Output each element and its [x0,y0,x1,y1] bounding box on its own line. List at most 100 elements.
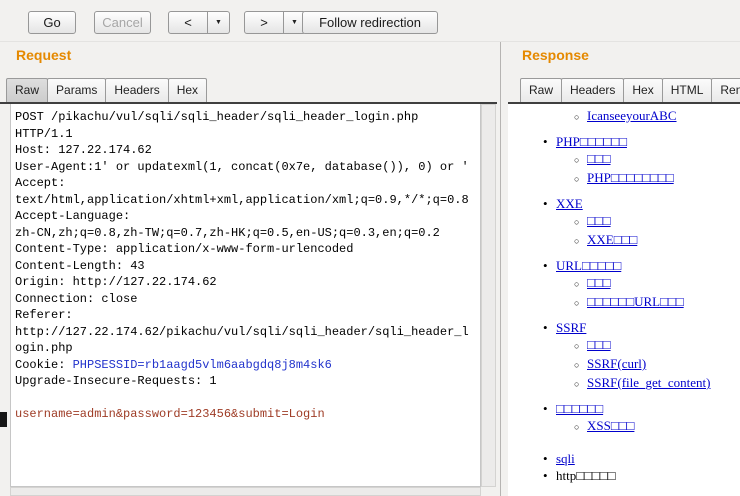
request-line: username=admin&password=123456&submit=Lo… [15,406,476,423]
response-list-item: ○ □□□ [508,150,740,169]
response-link[interactable]: SSRF(curl) [587,356,646,371]
request-vertical-scrollbar[interactable] [481,104,496,487]
response-list-item: ○ IcanseeyourABC [508,107,740,126]
request-text-segment: Accept: [15,176,66,190]
response-link[interactable]: SSRF(file_get_content) [587,375,711,390]
request-line: Upgrade-Insecure-Requests: 1 [15,373,476,390]
response-list-item: • http□□□□□ [508,467,740,484]
chevron-down-icon: ▼ [291,19,298,26]
next-request-button[interactable]: > [244,11,284,34]
circle-bullet-icon: ○ [574,155,580,165]
request-line [15,390,476,407]
response-render-list: ○ IcanseeyourABC • PHP□□□□□□ ○ □□□ ○ PHP□□□□□□□… [508,107,740,496]
request-line: Content-Type: application/x-www-form-url… [15,241,476,258]
go-button[interactable]: Go [28,11,76,34]
request-text-segment: Content-Type: application/x-www-form-url… [15,242,354,256]
response-link[interactable]: XXE [556,196,583,211]
circle-bullet-icon: ○ [574,298,580,308]
response-link[interactable]: IcanseeyourABC [587,108,677,123]
response-pane: Response Raw Headers Hex HTML Render ○ Ic… [508,42,740,496]
request-horizontal-scrollbar[interactable] [10,487,481,496]
response-link[interactable]: SSRF [556,320,586,335]
request-text-segment: Content-Length: 43 [15,258,145,273]
response-list-item: ○ □□□□□□URL□□□ [508,293,740,312]
request-line: ogin.php [15,340,476,357]
circle-bullet-icon: ○ [574,174,580,184]
response-render-panel[interactable]: ○ IcanseeyourABC • PHP□□□□□□ ○ □□□ ○ PHP□□□□□□□… [508,104,740,496]
request-text-segment: Origin: http://127.22.174.62 [15,275,217,289]
request-text-segment: zh-CN,zh;q=0.8,zh-TW;q=0.7,zh-HK;q=0.5,e… [15,225,440,240]
response-list-item: ○ XXE□□□ [508,231,740,250]
request-line: Referer: [15,307,476,324]
request-line: Cookie: PHPSESSID=rb1aagd5vlm6aabgdq8j8m… [15,357,476,374]
response-list-item: • SSRF [508,319,740,336]
request-tab-raw[interactable]: Raw [6,78,49,102]
request-tab-params[interactable]: Params [47,78,107,102]
request-line: Accept-Language: [15,208,476,225]
previous-dropdown-button[interactable]: ▼ [208,11,230,34]
circle-bullet-icon: ○ [574,341,580,351]
circle-bullet-icon: ○ [574,379,580,389]
request-text-segment: http://127.22.174.62/pikachu/vul/sqli/sq… [15,324,469,339]
response-list-item: ○ □□□ [508,274,740,293]
response-tab-headers[interactable]: Headers [561,78,625,102]
request-line: zh-CN,zh;q=0.8,zh-TW;q=0.7,zh-HK;q=0.5,e… [15,225,476,242]
response-list-item: ○ SSRF(file_get_content) [508,374,740,393]
response-list-item: ○ SSRF(curl) [508,355,740,374]
disc-bullet-icon: • [543,196,548,211]
response-link[interactable]: PHP□□□□□□□□ [587,170,674,185]
response-text: http□□□□□ [556,468,616,483]
response-list-item: ○ PHP□□□□□□□□ [508,169,740,188]
request-pane-title: Request [16,47,72,63]
response-tab-html[interactable]: HTML [661,78,713,102]
previous-request-split-button: < ▼ [168,11,230,34]
circle-bullet-icon: ○ [574,217,580,227]
response-tabs: Raw Headers Hex HTML Render [520,78,740,102]
request-tab-hex[interactable]: Hex [167,78,208,102]
request-text-segment: Referer: [15,308,73,322]
request-text-segment: User-Agent:1' or updatexml(1, concat(0x7… [15,159,469,174]
response-list-item: • URL□□□□□ [508,257,740,274]
response-link[interactable]: □□□□□□URL□□□ [587,294,684,309]
request-text-segment: username=admin&password=123456&submit=Lo… [15,407,325,421]
next-request-split-button: > ▼ [244,11,306,34]
response-link[interactable]: □□□□□□ [556,401,603,416]
request-line: Host: 127.22.174.62 [15,142,476,159]
request-text-segment: Cookie: [15,357,73,372]
toolbar: Go Cancel < ▼ > ▼ Follow redirection [0,0,740,42]
request-text-segment: Connection: close [15,291,138,306]
previous-request-button[interactable]: < [168,11,208,34]
response-tab-raw[interactable]: Raw [520,78,563,102]
cancel-button: Cancel [94,11,151,34]
response-link[interactable]: □□□ [587,337,611,352]
request-text-segment: Upgrade-Insecure-Requests: 1 [15,374,217,388]
disc-bullet-icon: • [543,320,548,335]
response-link[interactable]: □□□ [587,275,611,290]
response-link[interactable]: sqli [556,451,575,466]
response-link[interactable]: URL□□□□□ [556,258,621,273]
request-tabs: Raw Params Headers Hex [6,78,497,102]
request-line: User-Agent:1' or updatexml(1, concat(0x7… [15,159,476,176]
response-list-item: • sqli [508,450,740,467]
pane-divider[interactable] [500,42,501,496]
request-line: Origin: http://127.22.174.62 [15,274,476,291]
response-pane-title: Response [522,47,589,63]
disc-bullet-icon: • [543,451,548,466]
response-link[interactable]: XSS□□□ [587,418,634,433]
response-link[interactable]: PHP□□□□□□ [556,134,627,149]
response-link[interactable]: □□□ [587,213,611,228]
response-list-item: ○ □□□ [508,212,740,231]
repeater-window: Go Cancel < ▼ > ▼ Follow redirection Req… [0,0,740,496]
response-list-item: • □□□□□□ [508,400,740,417]
response-list-item: • PHP□□□□□□ [508,133,740,150]
response-tab-hex[interactable]: Hex [623,78,663,102]
response-tab-render[interactable]: Render [711,78,740,102]
request-tab-headers[interactable]: Headers [105,78,169,102]
response-link[interactable]: □□□ [587,151,611,166]
request-editor[interactable]: POST /pikachu/vul/sqli/sqli_header/sqli_… [10,104,481,487]
follow-redirection-button[interactable]: Follow redirection [302,11,438,34]
circle-bullet-icon: ○ [574,236,580,246]
circle-bullet-icon: ○ [574,112,580,122]
response-link[interactable]: XXE□□□ [587,232,637,247]
request-text-segment: PHPSESSID=rb1aagd5vlm6aabgdq8j8m4sk6 [72,357,332,372]
